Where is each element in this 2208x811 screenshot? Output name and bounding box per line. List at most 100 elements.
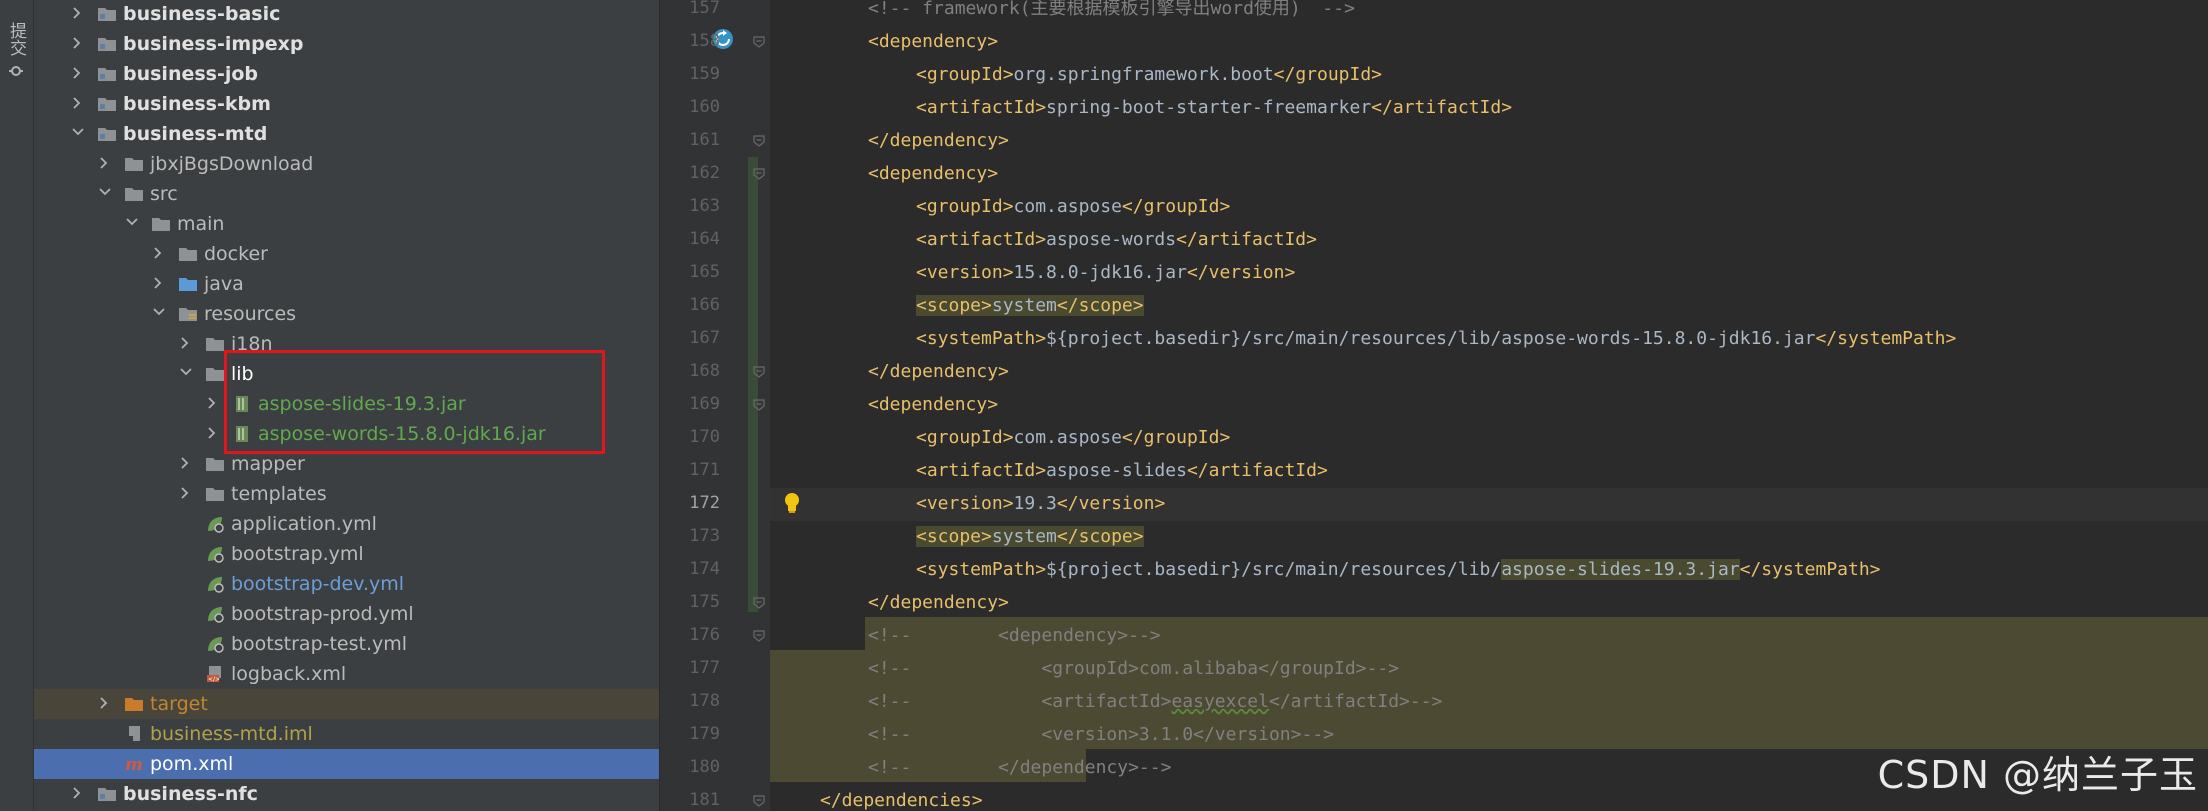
tree-node[interactable]: m pom.xml	[34, 749, 659, 779]
chevron-right-icon[interactable]	[72, 7, 82, 19]
chevron-right-icon[interactable]	[72, 97, 82, 109]
tree-node[interactable]: business-impexp	[34, 29, 659, 59]
code-token: org.springframework.boot	[1013, 64, 1274, 85]
code-line[interactable]: <scope>system</scope>	[916, 289, 2208, 322]
code-line[interactable]: </dependency>	[868, 586, 2208, 619]
code-token: </dependency>	[868, 130, 1009, 151]
intention-bulb-icon[interactable]	[782, 491, 802, 515]
chevron-down-icon[interactable]	[126, 217, 138, 227]
tree-node[interactable]: bootstrap-dev.yml	[34, 569, 659, 599]
chevron-right-icon[interactable]	[72, 37, 82, 49]
tree-node[interactable]: business-kbm	[34, 89, 659, 119]
tree-node[interactable]: templates	[34, 479, 659, 509]
line-number: 180	[689, 757, 720, 777]
code-line[interactable]: <!-- <artifactId>easyexcel</artifactId>-…	[868, 685, 2208, 718]
commit-icon[interactable]	[9, 64, 23, 78]
code-line[interactable]: <groupId>org.springframework.boot</group…	[916, 58, 2208, 91]
code-line[interactable]: <systemPath>${project.basedir}/src/main/…	[916, 553, 2208, 586]
vcs-change-marker[interactable]	[748, 157, 758, 612]
code-token: </systemPath>	[1815, 328, 1957, 349]
line-number: 162	[689, 163, 720, 183]
chevron-right-icon[interactable]	[180, 457, 190, 469]
module-icon	[97, 65, 117, 83]
chevron-right-icon[interactable]	[72, 787, 82, 799]
code-token: <dependency>	[868, 163, 999, 184]
code-token: com.aspose	[1013, 196, 1122, 217]
tree-node-label: business-kbm	[123, 93, 271, 115]
code-line[interactable]: <scope>system</scope>	[916, 520, 2208, 553]
tree-node-label: resources	[204, 303, 297, 325]
code-line[interactable]: <systemPath>${project.basedir}/src/main/…	[916, 322, 2208, 355]
chevron-right-icon[interactable]	[207, 397, 217, 409]
tree-node[interactable]: </> logback.xml	[34, 659, 659, 689]
fold-marker-icon[interactable]	[753, 399, 765, 411]
code-line[interactable]: <version>15.8.0-jdk16.jar</version>	[916, 256, 2208, 289]
fold-marker-icon[interactable]	[753, 630, 765, 642]
tree-node[interactable]: jbxjBgsDownload	[34, 149, 659, 179]
code-line[interactable]: <!-- <groupId>com.alibaba</groupId>-->	[868, 652, 2208, 685]
code-line[interactable]: <version>19.3</version>	[916, 487, 2208, 520]
tree-node[interactable]: business-nfc	[34, 779, 659, 809]
chevron-right-icon[interactable]	[99, 157, 109, 169]
svg-text:m: m	[125, 755, 143, 773]
chevron-right-icon[interactable]	[153, 247, 163, 259]
code-line[interactable]: </dependency>	[868, 124, 2208, 157]
tree-node[interactable]: main	[34, 209, 659, 239]
code-line[interactable]: <!-- framework(主要根据模板引擎导出word使用) -->	[868, 0, 2208, 25]
code-line[interactable]: <artifactId>spring-boot-starter-freemark…	[916, 91, 2208, 124]
code-token: </dependency>	[868, 361, 1009, 382]
line-number: 166	[689, 295, 720, 315]
chevron-down-icon[interactable]	[99, 187, 111, 197]
code-token: com.aspose	[1013, 427, 1122, 448]
tree-node-label: business-basic	[123, 3, 281, 25]
code-line[interactable]: <!-- <dependency>-->	[868, 619, 2208, 652]
fold-marker-icon[interactable]	[753, 135, 765, 147]
tree-node[interactable]: docker	[34, 239, 659, 269]
chevron-right-icon[interactable]	[153, 277, 163, 289]
tree-node[interactable]: application.yml	[34, 509, 659, 539]
spring-config-icon	[205, 635, 225, 653]
code-token: </artifactId>-->	[1268, 691, 1443, 712]
fold-marker-icon[interactable]	[753, 795, 765, 807]
code-token: </artifactId>	[1176, 229, 1317, 250]
commit-tab-label[interactable]: 提交	[6, 22, 26, 56]
chevron-right-icon[interactable]	[180, 337, 190, 349]
chevron-right-icon[interactable]	[99, 697, 109, 709]
code-line[interactable]: <artifactId>aspose-words</artifactId>	[916, 223, 2208, 256]
fold-marker-icon[interactable]	[753, 168, 765, 180]
tree-node[interactable]: business-basic	[34, 0, 659, 29]
chevron-down-icon[interactable]	[153, 307, 165, 317]
code-token: </groupId>	[1273, 64, 1383, 85]
code-line[interactable]: <dependency>	[868, 388, 2208, 421]
code-line[interactable]: </dependency>	[868, 355, 2208, 388]
chevron-right-icon[interactable]	[72, 67, 82, 79]
tree-node[interactable]: resources	[34, 299, 659, 329]
fold-marker-icon[interactable]	[753, 597, 765, 609]
tree-node[interactable]: bootstrap-test.yml	[34, 629, 659, 659]
tree-node-label: java	[204, 273, 244, 295]
tree-node[interactable]: business-mtd	[34, 119, 659, 149]
code-line[interactable]: <groupId>com.aspose</groupId>	[916, 421, 2208, 454]
code-editor[interactable]: 157 <!-- framework(主要根据模板引擎导出word使用) --> 1…	[660, 0, 2208, 811]
code-line[interactable]: <dependency>	[868, 157, 2208, 190]
tree-node[interactable]: src	[34, 179, 659, 209]
code-line[interactable]: <artifactId>aspose-slides</artifactId>	[916, 454, 2208, 487]
chevron-right-icon[interactable]	[180, 487, 190, 499]
tree-node[interactable]: business-mtd.iml	[34, 719, 659, 749]
line-number: 160	[689, 97, 720, 117]
chevron-down-icon[interactable]	[72, 127, 84, 137]
tree-node[interactable]: bootstrap.yml	[34, 539, 659, 569]
tree-node-label: pom.xml	[150, 753, 234, 775]
code-line[interactable]: <groupId>com.aspose</groupId>	[916, 190, 2208, 223]
chevron-right-icon[interactable]	[207, 427, 217, 439]
fold-marker-icon[interactable]	[753, 36, 765, 48]
tree-node[interactable]: bootstrap-prod.yml	[34, 599, 659, 629]
chevron-down-icon[interactable]	[180, 367, 192, 377]
tree-node[interactable]: target	[34, 689, 659, 719]
module-icon	[97, 35, 117, 53]
code-line[interactable]: <dependency>	[868, 25, 2208, 58]
fold-marker-icon[interactable]	[753, 366, 765, 378]
tree-node[interactable]: java	[34, 269, 659, 299]
tree-node[interactable]: business-job	[34, 59, 659, 89]
code-token: </dependencies>	[820, 790, 983, 811]
